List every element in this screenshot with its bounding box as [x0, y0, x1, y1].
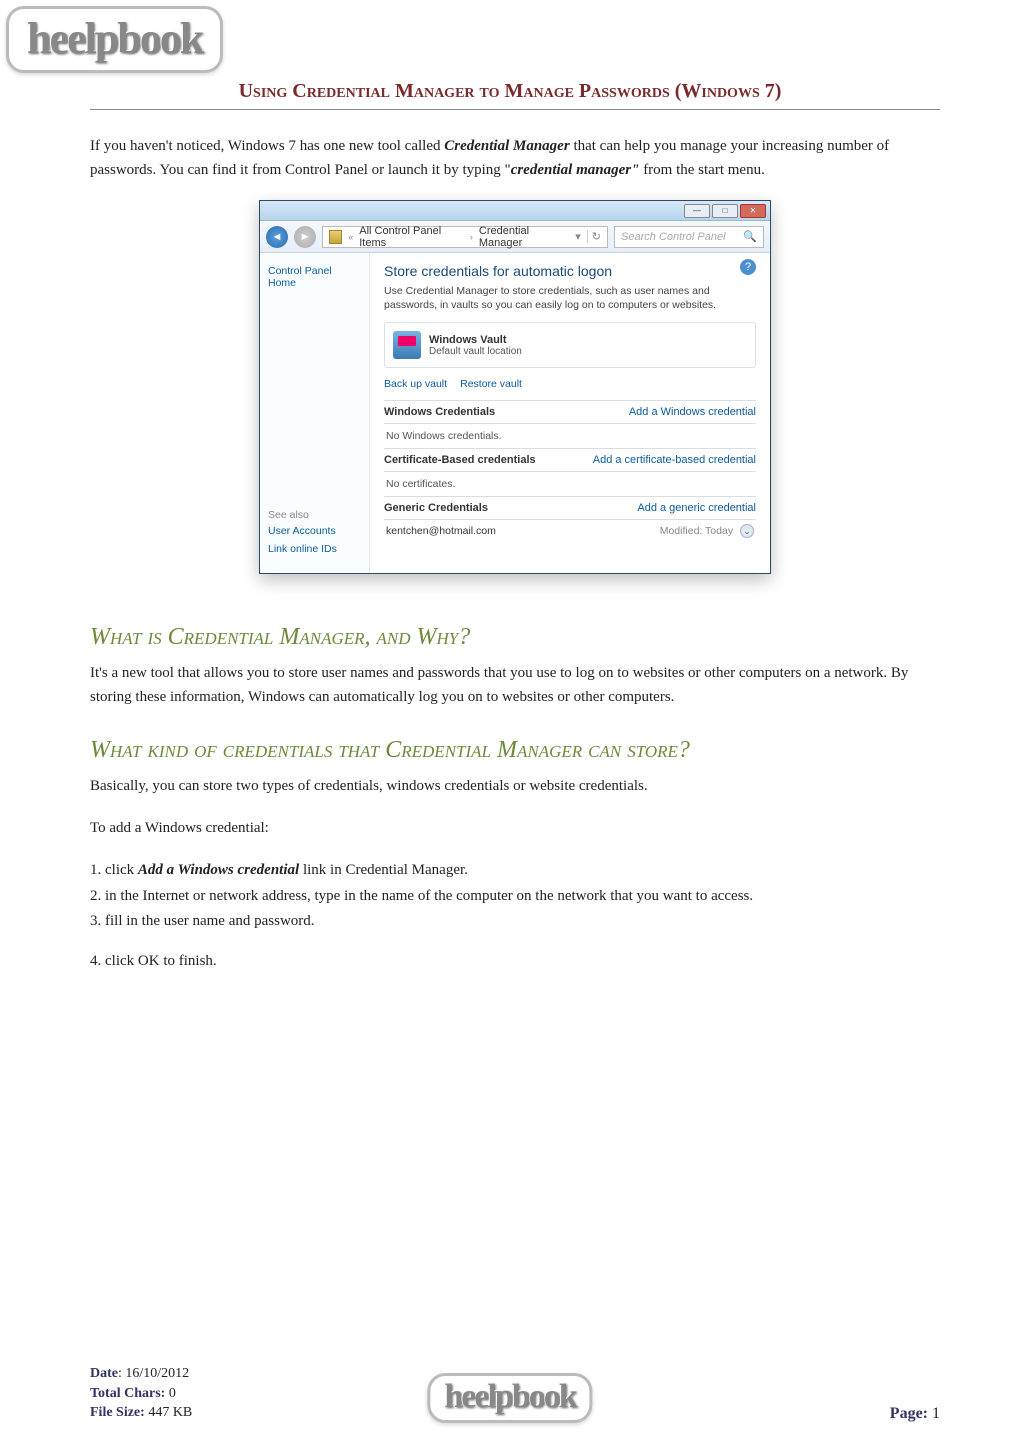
- step1-pre: 1. click: [90, 862, 138, 878]
- breadcrumb-chevron-icon: ›: [470, 232, 473, 242]
- footer-size-value: 447 KB: [145, 1405, 192, 1420]
- title-rule: [90, 109, 940, 110]
- sidebar-item-home[interactable]: Control Panel Home: [268, 265, 361, 289]
- footer-page: Page: 1: [890, 1405, 940, 1423]
- vault-icon: [393, 331, 421, 359]
- generic-credential-modified: Modified: Today: [660, 525, 733, 537]
- credential-manager-window: — □ ✕ ◄ ► « All Control Panel Items › Cr…: [259, 200, 771, 574]
- step-2: 2. in the Internet or network address, t…: [90, 884, 940, 910]
- section-what-is-body: It's a new tool that allows you to store…: [90, 661, 940, 709]
- sidebar-see-also-label: See also: [268, 509, 361, 521]
- search-icon: 🔍: [743, 230, 757, 243]
- main-panel: ? Store credentials for automatic logon …: [370, 253, 770, 573]
- main-heading: Store credentials for automatic logon: [384, 263, 756, 279]
- window-maximize-button[interactable]: □: [712, 204, 738, 218]
- generic-credential-name: kentchen@hotmail.com: [386, 525, 496, 537]
- step1-em: Add a Windows credential: [138, 862, 299, 878]
- step-3: 3. fill in the user name and password.: [90, 909, 940, 935]
- header-logo: heelpbook: [6, 6, 223, 73]
- breadcrumb-chevron-icon: «: [348, 232, 353, 242]
- window-close-button[interactable]: ✕: [740, 204, 766, 218]
- step1-post: link in Credential Manager.: [299, 862, 468, 878]
- generic-credentials-section: Generic Credentials Add a generic creden…: [384, 496, 756, 520]
- screenshot-container: — □ ✕ ◄ ► « All Control Panel Items › Cr…: [90, 200, 940, 574]
- step-1: 1. click Add a Windows credential link i…: [90, 858, 940, 884]
- search-placeholder: Search Control Panel: [621, 231, 726, 243]
- logo-text: heelpbook: [27, 14, 202, 63]
- expand-chevron-icon[interactable]: ⌄: [740, 524, 754, 538]
- vault-actions: Back up vault Restore vault: [384, 378, 756, 390]
- breadcrumb-item-1[interactable]: All Control Panel Items: [359, 225, 464, 249]
- footer-logo-badge: heelpbook: [427, 1373, 592, 1423]
- footer-size-label: File Size:: [90, 1405, 145, 1420]
- step-4: 4. click OK to finish.: [90, 949, 940, 973]
- footer-date-label: Date: [90, 1366, 118, 1381]
- windows-credentials-heading: Windows Credentials: [384, 406, 495, 418]
- no-windows-credentials-text: No Windows credentials.: [384, 424, 756, 448]
- steps-lead: To add a Windows credential:: [90, 816, 940, 840]
- window-titlebar: — □ ✕: [260, 201, 770, 221]
- footer-date-value: : 16/10/2012: [118, 1366, 189, 1381]
- sidebar-item-user-accounts[interactable]: User Accounts: [268, 525, 361, 537]
- footer-logo-text: heelpbook: [444, 1378, 575, 1415]
- add-certificate-credential-link[interactable]: Add a certificate-based credential: [593, 454, 756, 466]
- navbar: ◄ ► « All Control Panel Items › Credenti…: [260, 221, 770, 253]
- backup-vault-link[interactable]: Back up vault: [384, 378, 447, 390]
- footer-chars-label: Total Chars:: [90, 1386, 165, 1401]
- intro-post-text: from the start menu.: [639, 162, 764, 178]
- windows-credentials-section: Windows Credentials Add a Windows creden…: [384, 400, 756, 424]
- add-windows-credential-link[interactable]: Add a Windows credential: [629, 406, 756, 418]
- footer-page-value: 1: [928, 1405, 940, 1422]
- footer-meta: Date: 16/10/2012 Total Chars: 0 File Siz…: [90, 1364, 192, 1423]
- vault-box[interactable]: Windows Vault Default vault location: [384, 322, 756, 368]
- sidebar: Control Panel Home See also User Account…: [260, 253, 370, 573]
- sidebar-bottom: See also User Accounts Link online IDs: [268, 509, 361, 561]
- generic-credentials-heading: Generic Credentials: [384, 502, 488, 514]
- section-kinds-body: Basically, you can store two types of cr…: [90, 774, 940, 798]
- intro-em1: Credential Manager: [444, 138, 569, 154]
- sidebar-top: Control Panel Home: [268, 265, 361, 295]
- logo-badge: heelpbook: [6, 6, 223, 73]
- breadcrumb-dropdown-icon[interactable]: ▾: [575, 230, 581, 243]
- window-minimize-button[interactable]: —: [684, 204, 710, 218]
- sidebar-item-link-online-ids[interactable]: Link online IDs: [268, 543, 361, 555]
- page-footer: Date: 16/10/2012 Total Chars: 0 File Siz…: [0, 1364, 1020, 1423]
- intro-em2: credential manager": [511, 162, 640, 178]
- vault-name: Windows Vault: [429, 334, 522, 346]
- footer-page-label: Page:: [890, 1405, 928, 1422]
- add-generic-credential-link[interactable]: Add a generic credential: [637, 502, 756, 514]
- folder-icon: [329, 230, 342, 244]
- steps-block: 1. click Add a Windows credential link i…: [90, 858, 940, 935]
- search-input[interactable]: Search Control Panel 🔍: [614, 226, 764, 248]
- no-certificates-text: No certificates.: [384, 472, 756, 496]
- help-icon[interactable]: ?: [740, 259, 756, 275]
- restore-vault-link[interactable]: Restore vault: [460, 378, 522, 390]
- breadcrumb[interactable]: « All Control Panel Items › Credential M…: [322, 226, 608, 248]
- certificate-credentials-section: Certificate-Based credentials Add a cert…: [384, 448, 756, 472]
- footer-logo: heelpbook: [427, 1373, 592, 1423]
- nav-forward-button[interactable]: ►: [294, 226, 316, 248]
- section-what-is-heading: What is Credential Manager, and Why?: [90, 624, 940, 651]
- generic-credential-row[interactable]: kentchen@hotmail.com Modified: Today ⌄: [384, 520, 756, 542]
- vault-text: Windows Vault Default vault location: [429, 334, 522, 357]
- nav-back-button[interactable]: ◄: [266, 226, 288, 248]
- vault-location: Default vault location: [429, 346, 522, 357]
- breadcrumb-item-2[interactable]: Credential Manager: [479, 225, 569, 249]
- section-kinds-heading: What kind of credentials that Credential…: [90, 737, 940, 764]
- breadcrumb-refresh-icon[interactable]: ↻: [587, 230, 601, 243]
- intro-pre-text: If you haven't noticed, Windows 7 has on…: [90, 138, 444, 154]
- certificate-credentials-heading: Certificate-Based credentials: [384, 454, 536, 466]
- window-body: Control Panel Home See also User Account…: [260, 253, 770, 573]
- main-description: Use Credential Manager to store credenti…: [384, 285, 756, 312]
- footer-chars-value: 0: [165, 1386, 176, 1401]
- intro-paragraph: If you haven't noticed, Windows 7 has on…: [90, 134, 940, 182]
